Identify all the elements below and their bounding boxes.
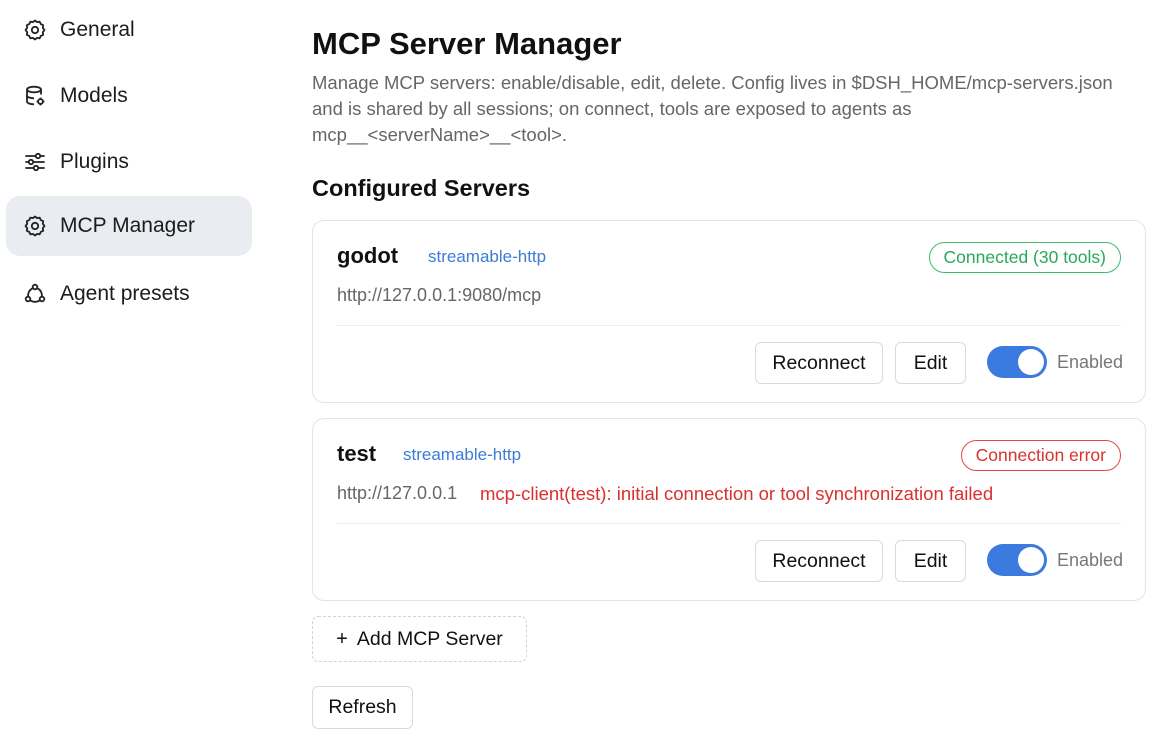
sidebar-item-label: MCP Manager	[60, 214, 196, 237]
sidebar-item-general[interactable]: General	[6, 0, 252, 60]
agent-presets-icon	[23, 282, 47, 306]
sidebar-item-label: Models	[60, 84, 128, 107]
reconnect-button[interactable]: Reconnect	[755, 540, 883, 582]
page-description: Manage MCP servers: enable/disable, edit…	[312, 72, 1113, 145]
page-title: MCP Server Manager	[312, 26, 622, 61]
edit-button[interactable]: Edit	[895, 342, 966, 384]
plus-icon: +	[336, 627, 348, 650]
sidebar-item-label: General	[60, 18, 135, 41]
reconnect-button[interactable]: Reconnect	[755, 342, 883, 384]
section-title: Configured Servers	[312, 175, 531, 201]
server-name: test	[337, 441, 377, 466]
toggle-knob	[1018, 349, 1044, 375]
edit-button[interactable]: Edit	[895, 540, 966, 582]
sidebar-item-mcp-manager[interactable]: MCP Manager	[6, 196, 252, 256]
refresh-button[interactable]: Refresh	[312, 686, 413, 729]
app-window: General Models Plugins MCP Manager Agent…	[0, 0, 1164, 739]
status-badge: Connection error	[960, 440, 1121, 471]
enabled-toggle[interactable]	[987, 544, 1047, 576]
sidebar: General Models Plugins MCP Manager Agent…	[0, 0, 262, 739]
status-badge: Connected (30 tools)	[928, 242, 1121, 273]
server-card-test: test streamable-http Connection error ht…	[312, 418, 1146, 601]
server-transport: streamable-http	[403, 445, 522, 464]
sidebar-item-models[interactable]: Models	[6, 66, 252, 126]
enabled-label: Enabled	[1057, 550, 1124, 570]
server-transport: streamable-http	[428, 247, 547, 266]
server-error-message: mcp-client(test): initial connection or …	[480, 483, 994, 504]
database-icon	[23, 84, 47, 108]
gear-icon	[23, 214, 47, 238]
sidebar-item-agent-presets[interactable]: Agent presets	[6, 264, 252, 324]
server-card-godot: godot streamable-http Connected (30 tool…	[312, 220, 1146, 403]
sidebar-item-label: Agent presets	[60, 282, 190, 305]
add-mcp-server-button[interactable]: + Add MCP Server	[312, 616, 527, 662]
server-name: godot	[337, 243, 399, 268]
add-mcp-server-label: Add MCP Server	[356, 627, 503, 650]
enabled-label: Enabled	[1057, 352, 1124, 372]
gear-icon	[23, 18, 47, 42]
toggle-knob	[1018, 547, 1044, 573]
server-url: http://127.0.0.1:9080/mcp	[337, 285, 542, 305]
sidebar-item-plugins[interactable]: Plugins	[6, 132, 252, 192]
enabled-toggle[interactable]	[987, 346, 1047, 378]
sidebar-item-label: Plugins	[60, 150, 129, 173]
server-url: http://127.0.0.1	[337, 483, 458, 503]
sliders-icon	[23, 150, 47, 174]
card-divider	[337, 523, 1121, 524]
card-divider	[337, 325, 1121, 326]
